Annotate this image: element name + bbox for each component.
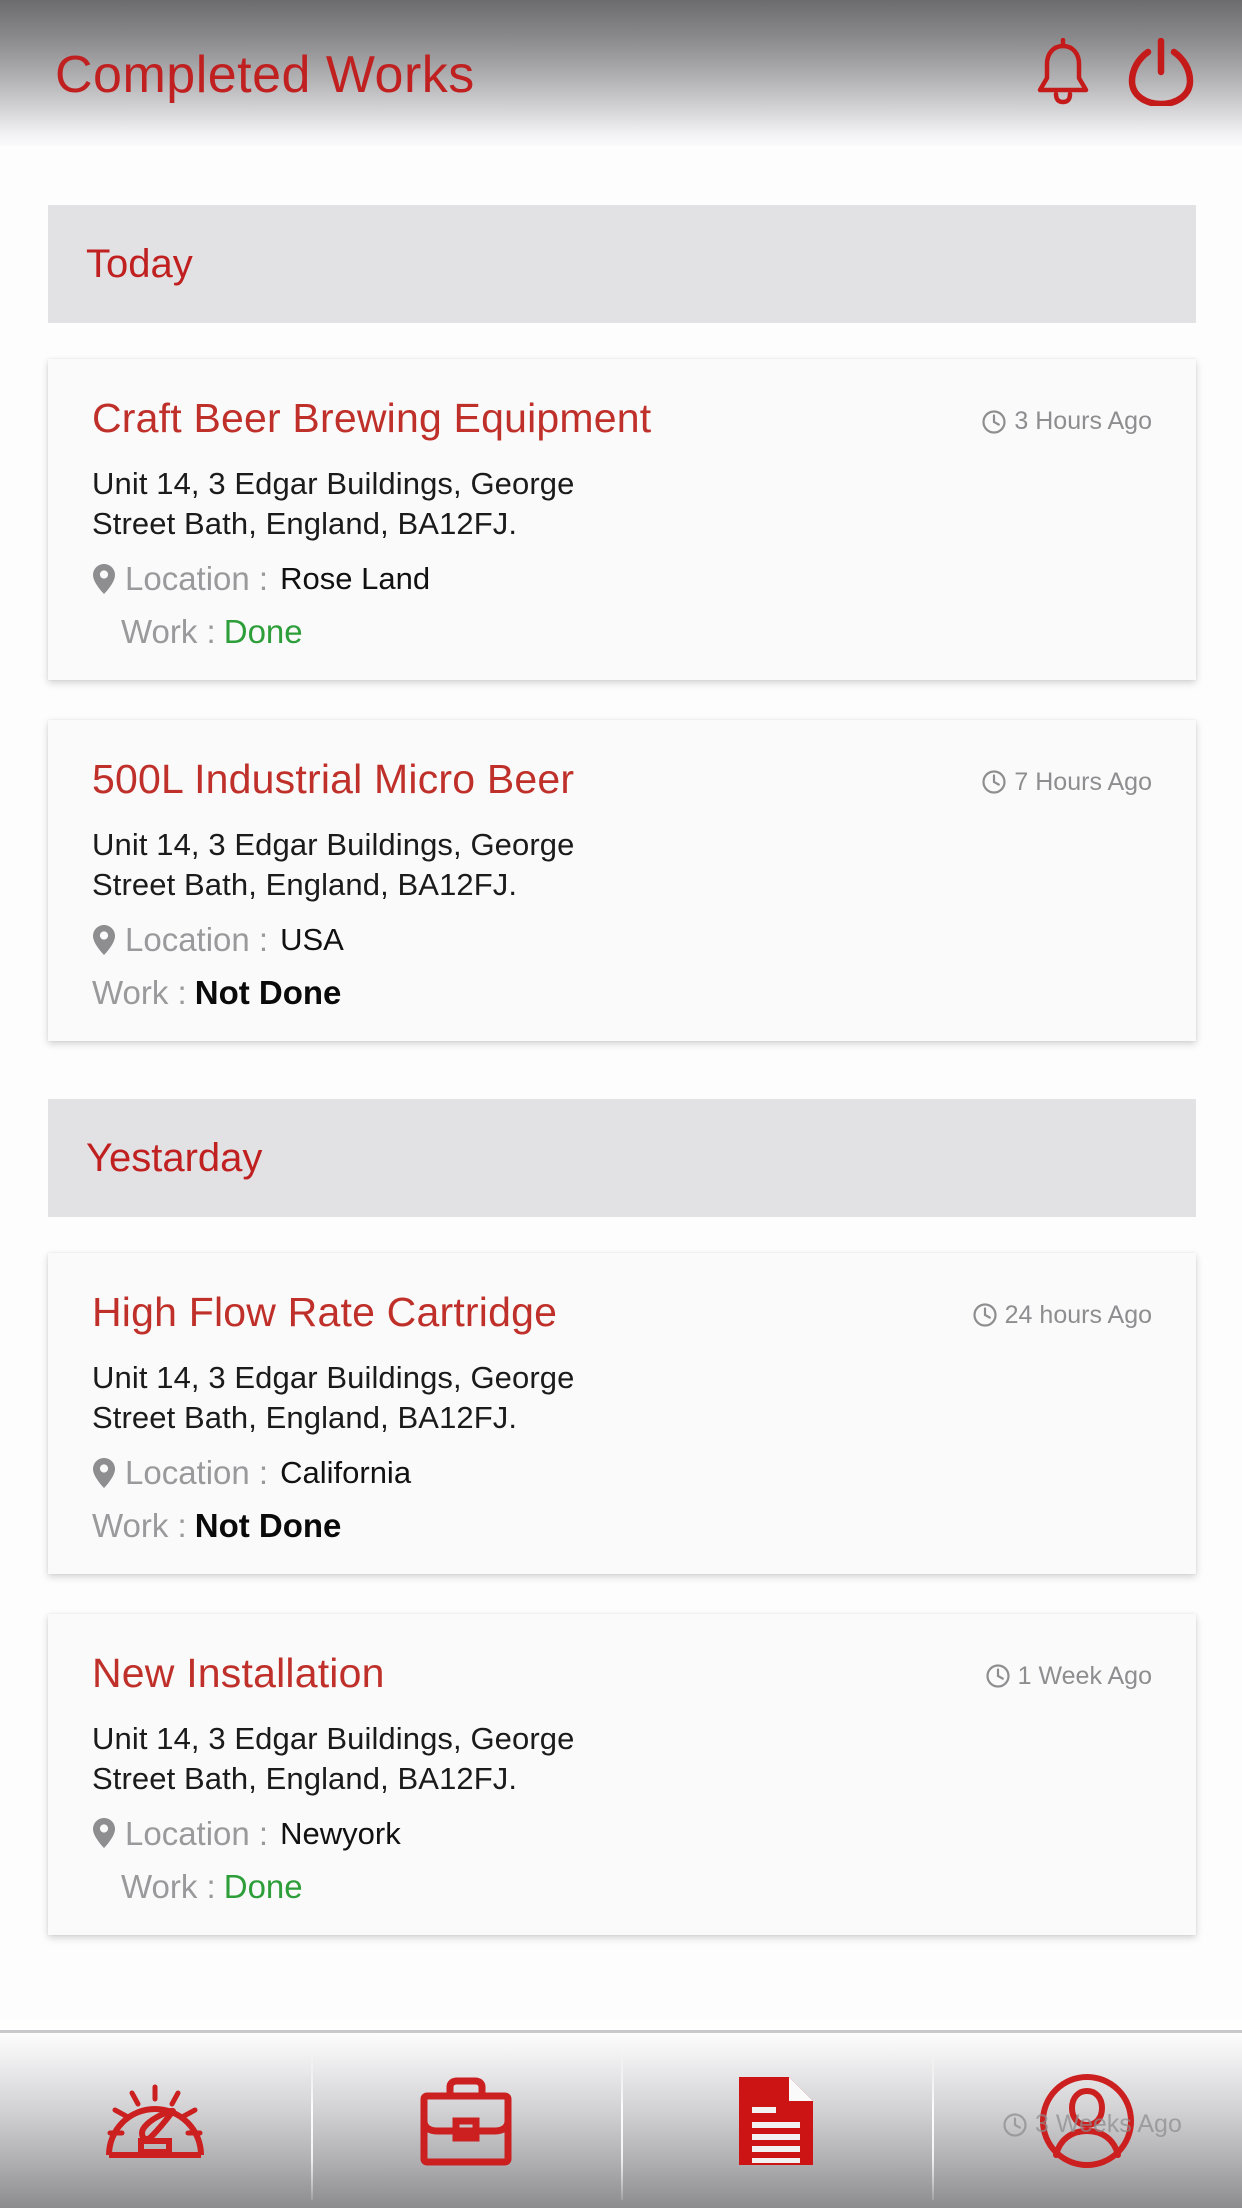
map-pin-icon: [92, 1457, 125, 1489]
timestamp-label: 7 Hours Ago: [1014, 767, 1152, 796]
nav-item-reports[interactable]: [621, 2033, 932, 2208]
work-label: Work :: [92, 973, 187, 1011]
work-label: Work :: [121, 612, 216, 650]
clock-icon: [972, 1302, 998, 1328]
app-header: Completed Works: [0, 0, 1242, 146]
card-top-row: High Flow Rate Cartridge 24 hours Ago: [92, 1288, 1152, 1335]
location-label: Location :: [125, 1815, 269, 1853]
card-title: 500L Industrial Micro Beer: [92, 755, 575, 802]
document-icon: [733, 2074, 819, 2168]
address-line-1: Unit 14, 3 Edgar Buildings, George: [92, 466, 575, 502]
briefcase-icon: [419, 2075, 513, 2167]
timestamp-label: 3 Hours Ago: [1014, 407, 1152, 435]
nav-item-dashboard[interactable]: [0, 2033, 311, 2208]
work-status-row: Work : Not Done: [92, 1506, 1152, 1544]
card-top-row: New Installation 1 Week Ago: [92, 1649, 1152, 1696]
card-timestamp: 7 Hours Ago: [981, 768, 1152, 797]
profile-icon: [1038, 2073, 1136, 2169]
work-card[interactable]: Craft Beer Brewing Equipment 3 Hours Ago…: [48, 359, 1196, 680]
map-pin-icon: [92, 1818, 125, 1849]
work-card[interactable]: High Flow Rate Cartridge 24 hours Ago Un…: [48, 1252, 1196, 1574]
section-header-today: Today: [48, 205, 1196, 323]
address-line-2: Street Bath, England, BA12FJ.: [92, 866, 518, 902]
works-list[interactable]: Today Craft Beer Brewing Equipment 3 Hou…: [0, 146, 1242, 2021]
bottom-navigation-bar: [0, 2030, 1242, 2208]
card-top-row: 500L Industrial Micro Beer 7 Hours Ago: [92, 755, 1152, 802]
timestamp-label: 24 hours Ago: [1004, 1300, 1152, 1329]
location-row: Location : California: [92, 1455, 1152, 1491]
location-value: California: [280, 1455, 412, 1491]
timestamp-label: 1 Week Ago: [1017, 1661, 1152, 1690]
address-line-2: Street Bath, England, BA12FJ.: [92, 1760, 518, 1796]
work-status-badge: Done: [223, 612, 303, 650]
location-row: Location : Rose Land: [92, 561, 1152, 597]
clock-icon: [985, 1663, 1011, 1689]
map-pin-icon: [92, 924, 125, 956]
work-status-badge: Not Done: [194, 973, 342, 1011]
address-line-2: Street Bath, England, BA12FJ.: [92, 1399, 518, 1435]
card-title: Craft Beer Brewing Equipment: [92, 395, 652, 441]
work-card[interactable]: 500L Industrial Micro Beer 7 Hours Ago U…: [48, 719, 1196, 1041]
map-pin-icon: [92, 563, 125, 595]
work-status-row: Work : Done: [92, 612, 1152, 650]
header-actions: [1032, 37, 1194, 111]
section-label: Today: [86, 242, 193, 286]
address-line-2: Street Bath, England, BA12FJ.: [92, 505, 518, 541]
section-header-yesterday: Yestarday: [48, 1098, 1196, 1217]
bell-icon[interactable]: [1032, 37, 1094, 111]
location-row: Location : Newyork: [92, 1816, 1152, 1852]
address-line-1: Unit 14, 3 Edgar Buildings, George: [92, 1360, 575, 1396]
address-line-1: Unit 14, 3 Edgar Buildings, George: [92, 827, 575, 863]
card-top-row: Craft Beer Brewing Equipment 3 Hours Ago: [92, 395, 1152, 441]
card-timestamp: 3 Hours Ago: [981, 407, 1152, 436]
work-label: Work :: [121, 1867, 216, 1905]
clock-icon: [981, 409, 1007, 435]
work-label: Work :: [92, 1506, 187, 1544]
location-value: Newyork: [280, 1816, 401, 1852]
speedometer-icon: [103, 2075, 207, 2167]
card-address: Unit 14, 3 Edgar Buildings, George Stree…: [92, 1719, 1152, 1798]
card-address: Unit 14, 3 Edgar Buildings, George Stree…: [92, 1358, 1152, 1437]
page-title: Completed Works: [55, 46, 475, 104]
location-row: Location : USA: [92, 922, 1152, 958]
power-icon[interactable]: [1128, 37, 1194, 111]
work-status-badge: Not Done: [194, 1506, 342, 1544]
card-address: Unit 14, 3 Edgar Buildings, George Stree…: [92, 464, 1152, 543]
work-status-row: Work : Done: [92, 1867, 1152, 1905]
card-address: Unit 14, 3 Edgar Buildings, George Stree…: [92, 825, 1152, 904]
location-label: Location :: [125, 1454, 269, 1492]
location-label: Location :: [125, 921, 269, 959]
nav-item-profile[interactable]: [931, 2033, 1242, 2208]
section-label: Yestarday: [86, 1135, 263, 1180]
work-status-row: Work : Not Done: [92, 973, 1152, 1011]
work-status-badge: Done: [223, 1867, 303, 1905]
work-card[interactable]: New Installation 1 Week Ago Unit 14, 3 E…: [48, 1613, 1196, 1935]
card-title: New Installation: [92, 1649, 385, 1696]
card-title: High Flow Rate Cartridge: [92, 1288, 558, 1335]
address-line-1: Unit 14, 3 Edgar Buildings, George: [92, 1721, 575, 1756]
clock-icon: [981, 769, 1007, 795]
nav-item-works[interactable]: [310, 2033, 622, 2208]
location-value: Rose Land: [280, 561, 431, 597]
card-timestamp: 24 hours Ago: [972, 1301, 1152, 1330]
location-label: Location :: [125, 560, 269, 598]
location-value: USA: [280, 922, 344, 958]
card-timestamp: 1 Week Ago: [985, 1662, 1152, 1691]
